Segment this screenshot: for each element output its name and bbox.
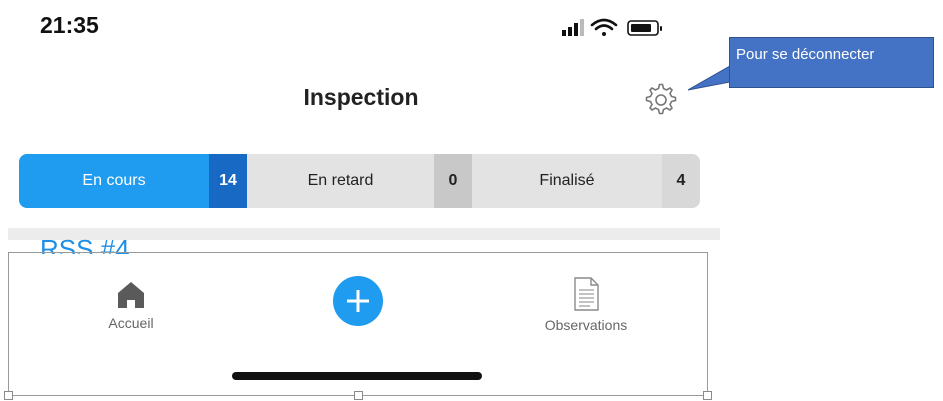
signal-icon — [562, 19, 584, 36]
battery-icon — [627, 20, 662, 36]
segment-en-retard[interactable]: En retard 0 — [247, 154, 472, 208]
selection-handle[interactable] — [4, 391, 13, 400]
gear-icon[interactable] — [643, 82, 679, 118]
status-segmented-control: En cours 14 En retard 0 Finalisé 4 — [19, 154, 700, 208]
selection-handle[interactable] — [703, 391, 712, 400]
add-button[interactable] — [333, 276, 383, 326]
status-icons — [562, 18, 662, 36]
segment-label: En retard — [307, 172, 374, 189]
home-icon — [118, 282, 144, 308]
document-icon — [574, 277, 599, 311]
selection-handle[interactable] — [354, 391, 363, 400]
tab-label: Observations — [544, 317, 628, 333]
tab-observations[interactable]: Observations — [526, 276, 646, 333]
page-title: Inspection — [303, 84, 419, 110]
callout-text: Pour se déconnecter — [736, 46, 875, 63]
segment-count: 0 — [434, 154, 472, 208]
segment-count: 14 — [209, 154, 247, 208]
home-indicator — [232, 372, 482, 380]
tab-label: Accueil — [108, 315, 154, 331]
callout-box: Pour se déconnecter — [729, 37, 934, 88]
plus-icon — [347, 290, 369, 312]
segment-label: Finalisé — [539, 172, 595, 189]
status-time: 21:35 — [40, 12, 99, 38]
tab-accueil[interactable]: Accueil — [96, 280, 166, 331]
wifi-icon — [590, 18, 618, 36]
segment-count: 4 — [662, 154, 700, 208]
segment-label: En cours — [82, 172, 146, 189]
segment-en-cours[interactable]: En cours 14 — [19, 154, 247, 208]
segment-finalise[interactable]: Finalisé 4 — [472, 154, 700, 208]
